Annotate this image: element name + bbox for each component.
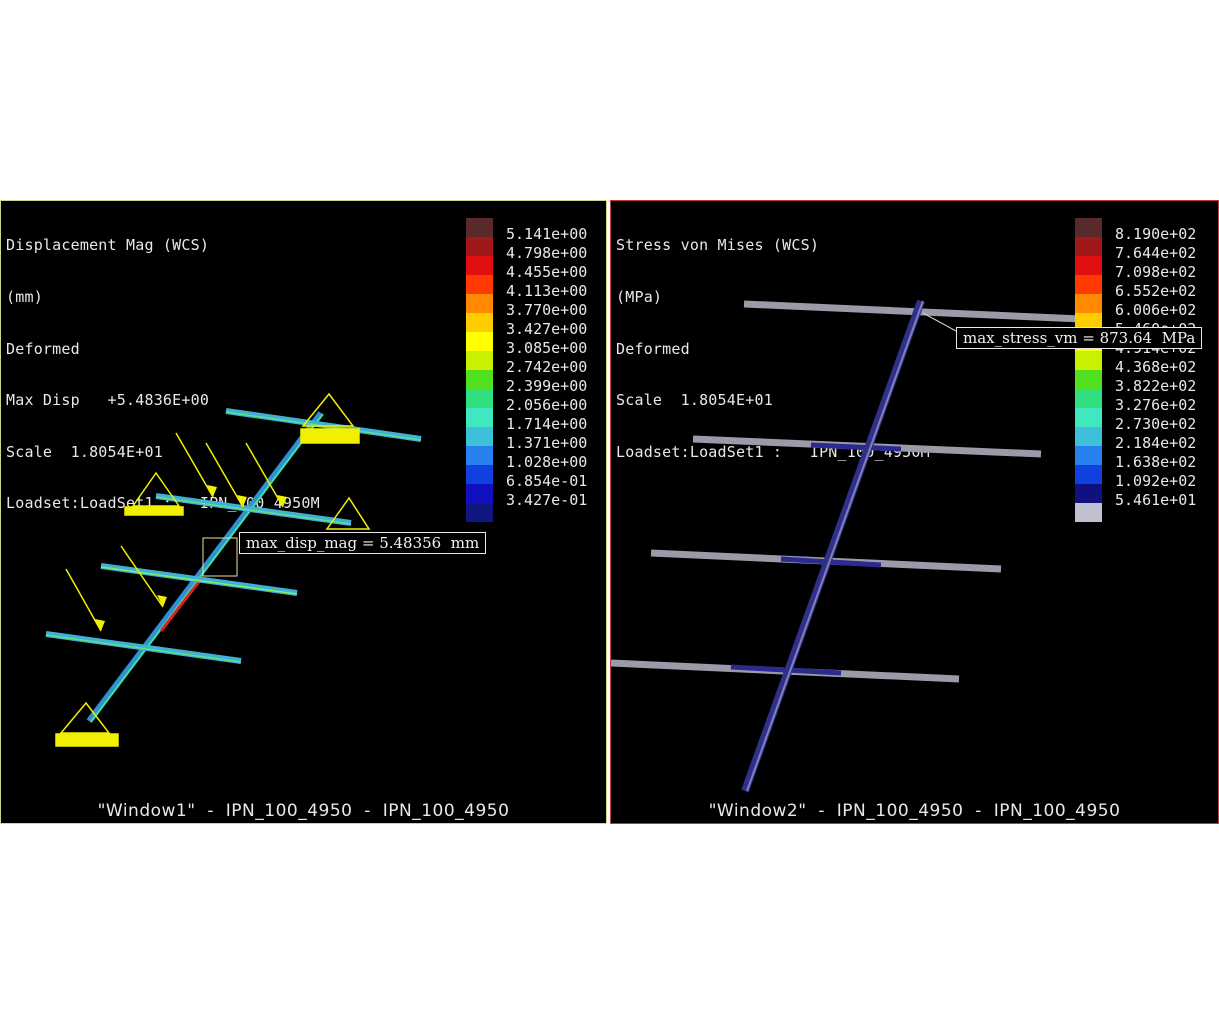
window-caption: "Window2" - IPN_100_4950 - IPN_100_4950 bbox=[708, 801, 1121, 821]
color-scale-swatch bbox=[1075, 218, 1102, 237]
legend-value: 4.113e+00 bbox=[506, 282, 588, 300]
color-scale-swatch bbox=[1075, 427, 1102, 446]
legend-value: 1.638e+02 bbox=[1115, 453, 1197, 471]
color-scale-swatch bbox=[466, 465, 493, 484]
legend-value: 1.028e+00 bbox=[506, 453, 588, 471]
color-scale-swatch bbox=[466, 237, 493, 256]
legend-value: 3.276e+02 bbox=[1115, 396, 1197, 414]
legend-value: 3.427e+00 bbox=[506, 320, 588, 338]
legend-value: 6.006e+02 bbox=[1115, 301, 1197, 319]
color-scale-swatch bbox=[1075, 294, 1102, 313]
legend-value: 3.427e-01 bbox=[506, 491, 588, 509]
color-scale-swatch bbox=[466, 389, 493, 408]
legend-value: 3.085e+00 bbox=[506, 339, 588, 357]
color-scale-swatch bbox=[466, 218, 493, 237]
legend-value: 2.742e+00 bbox=[506, 358, 588, 376]
max-displacement-probe[interactable]: max_disp_mag = 5.48356 mm bbox=[239, 532, 487, 554]
legend-value: 1.714e+00 bbox=[506, 415, 588, 433]
color-scale-swatch bbox=[466, 370, 493, 389]
legend-value: 2.056e+00 bbox=[506, 396, 588, 414]
color-scale-swatch bbox=[466, 427, 493, 446]
color-scale-swatch bbox=[466, 484, 493, 503]
color-scale-swatch bbox=[1075, 503, 1102, 522]
color-scale-swatch bbox=[466, 294, 493, 313]
color-scale-swatch bbox=[1075, 256, 1102, 275]
color-scale-swatch bbox=[466, 408, 493, 427]
legend-value: 1.371e+00 bbox=[506, 434, 588, 452]
color-scale-swatch bbox=[466, 313, 493, 332]
legend-value: 2.184e+02 bbox=[1115, 434, 1197, 452]
legend-value: 3.822e+02 bbox=[1115, 377, 1197, 395]
window-caption: "Window1" - IPN_100_4950 - IPN_100_4950 bbox=[97, 801, 510, 821]
legend-value: 6.854e-01 bbox=[506, 472, 588, 490]
color-scale-swatch bbox=[1075, 389, 1102, 408]
color-scale-swatch bbox=[1075, 275, 1102, 294]
color-scale-swatch bbox=[1075, 446, 1102, 465]
legend-value: 5.141e+00 bbox=[506, 225, 588, 243]
color-scale-bar bbox=[1075, 218, 1102, 522]
color-scale-swatch bbox=[1075, 484, 1102, 503]
legend-value: 3.770e+00 bbox=[506, 301, 588, 319]
legend-value: 2.730e+02 bbox=[1115, 415, 1197, 433]
color-scale-swatch bbox=[1075, 465, 1102, 484]
legend-value: 8.190e+02 bbox=[1115, 225, 1197, 243]
color-scale-swatch bbox=[1075, 370, 1102, 389]
legend-value: 5.461e+01 bbox=[1115, 491, 1197, 509]
legend-value: 1.092e+02 bbox=[1115, 472, 1197, 490]
legend-value: 4.368e+02 bbox=[1115, 358, 1197, 376]
color-scale-swatch bbox=[466, 256, 493, 275]
legend-value: 7.644e+02 bbox=[1115, 244, 1197, 262]
color-scale-swatch bbox=[1075, 351, 1102, 370]
color-scale-swatch bbox=[466, 332, 493, 351]
stress-viewport[interactable]: Stress von Mises (WCS) (MPa) Deformed Sc… bbox=[610, 200, 1219, 824]
legend-value: 4.455e+00 bbox=[506, 263, 588, 281]
legend-value: 4.798e+00 bbox=[506, 244, 588, 262]
legend-value: 2.399e+00 bbox=[506, 377, 588, 395]
color-scale-swatch bbox=[1075, 237, 1102, 256]
color-scale-swatch bbox=[466, 351, 493, 370]
color-scale-swatch bbox=[1075, 408, 1102, 427]
max-stress-probe[interactable]: max_stress_vm = 873.64 MPa bbox=[956, 327, 1203, 349]
displacement-viewport[interactable]: Displacement Mag (WCS) (mm) Deformed Max… bbox=[0, 200, 607, 824]
legend-value: 6.552e+02 bbox=[1115, 282, 1197, 300]
legend-value: 7.098e+02 bbox=[1115, 263, 1197, 281]
color-scale-swatch bbox=[466, 503, 493, 522]
color-scale-swatch bbox=[466, 275, 493, 294]
color-scale-bar bbox=[466, 218, 493, 522]
color-scale-swatch bbox=[466, 446, 493, 465]
